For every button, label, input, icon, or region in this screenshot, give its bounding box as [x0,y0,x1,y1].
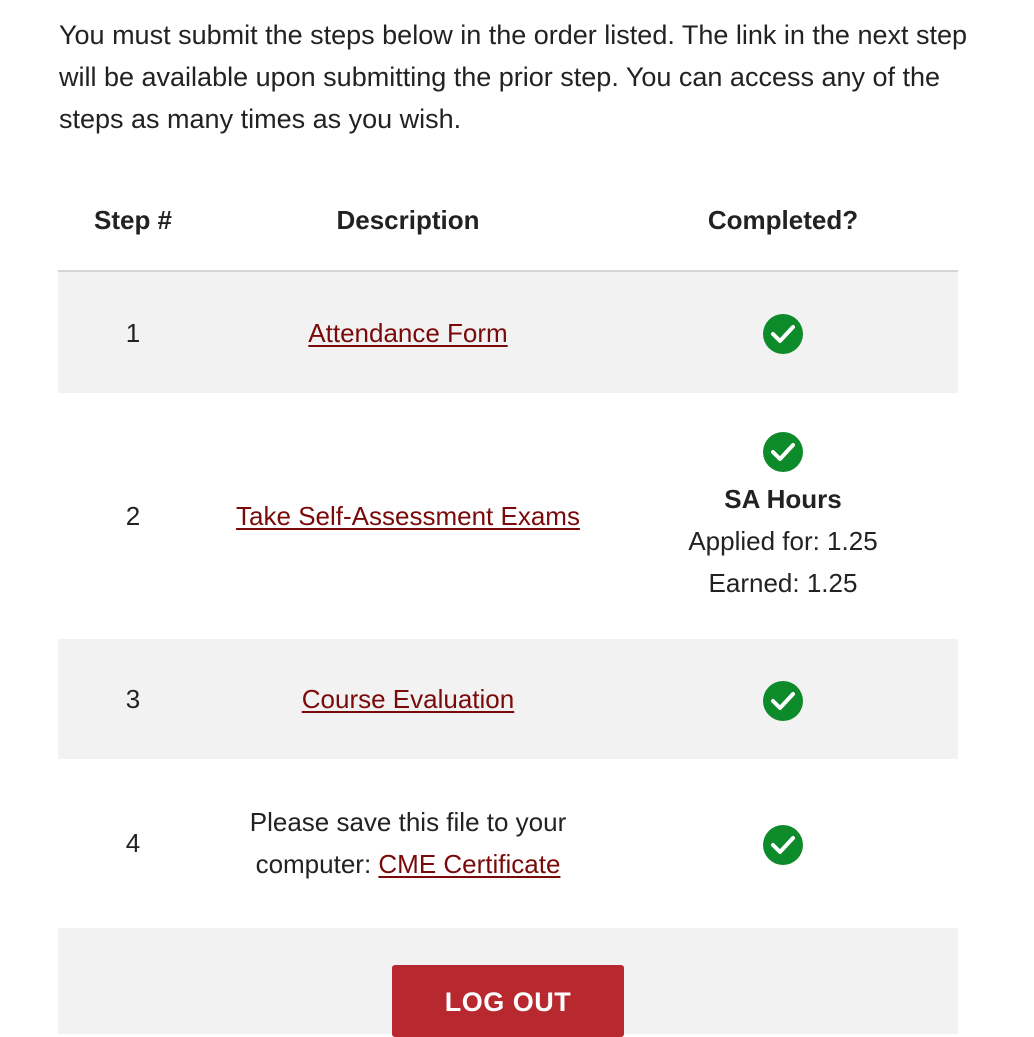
step-number: 4 [125,828,141,858]
check-circle-icon [763,314,803,355]
check-circle-icon [763,824,803,865]
logout-bar: LOG OUT [58,928,958,1037]
table-row: 2 Take Self-Assessment Exams SA Hours Ap… [58,393,958,639]
certificate-prefix: computer: [255,849,379,879]
step-description: Attendance Form [208,271,608,393]
check-circle-icon [763,431,803,472]
completed-cell [608,271,958,393]
step-description: Please save this file to your computer: … [208,759,608,927]
header-step: Step # [58,170,208,272]
step-description: Take Self-Assessment Exams [208,393,608,639]
check-circle-icon [763,680,803,721]
step-description: Course Evaluation [208,639,608,759]
course-evaluation-link[interactable]: Course Evaluation [302,684,514,714]
self-assessment-exams-link[interactable]: Take Self-Assessment Exams [236,501,580,531]
header-completed: Completed? [608,170,958,272]
steps-table: Step # Description Completed? 1 Attendan… [58,170,958,927]
cme-certificate-link[interactable]: CME Certificate [378,849,560,879]
attendance-form-link[interactable]: Attendance Form [308,318,507,348]
logout-button[interactable]: LOG OUT [392,965,624,1037]
step-number: 3 [58,639,208,759]
sa-hours-title: SA Hours [724,483,842,514]
header-description: Description [208,170,608,272]
sa-applied-hours: Applied for: 1.25 [688,525,878,556]
completed-cell: SA Hours Applied for: 1.25 Earned: 1.25 [608,393,958,639]
instructions-text: You must submit the steps below in the o… [59,20,968,134]
table-row: 4 Please save this file to your computer… [58,759,958,927]
completed-cell [608,639,958,759]
table-row: 3 Course Evaluation [58,639,958,759]
table-row: 1 Attendance Form [58,271,958,393]
certificate-instruction: Please save this file to your [249,807,567,837]
table-header-row: Step # Description Completed? [58,170,958,272]
step-number: 2 [125,501,141,531]
sa-earned-hours: Earned: 1.25 [708,567,858,598]
step-number: 1 [58,271,208,393]
completed-cell [608,759,958,927]
